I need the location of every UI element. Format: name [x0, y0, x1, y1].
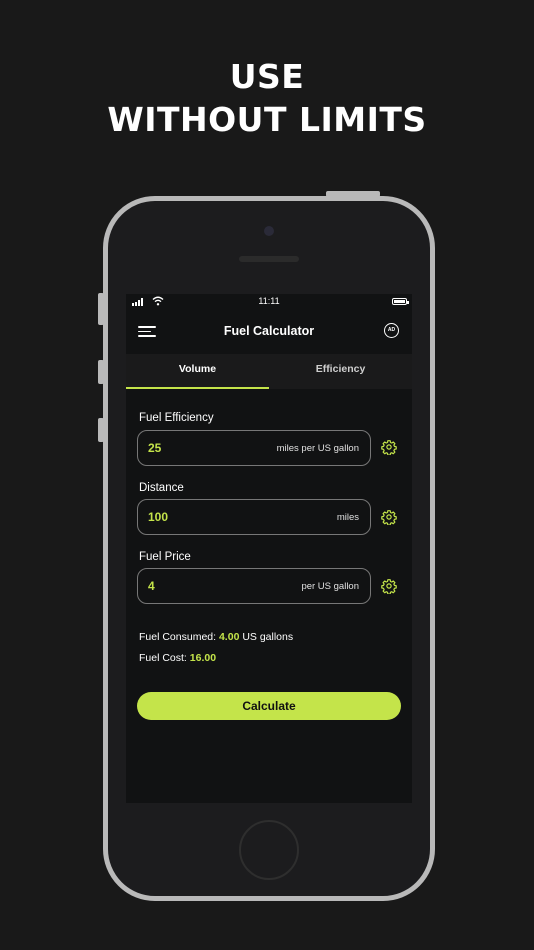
status-time: 11:11 [258, 296, 280, 306]
tab-bar: Volume Efficiency [126, 354, 412, 389]
fuel-cost-result: Fuel Cost: 16.00 [139, 652, 216, 664]
fuel-efficiency-input[interactable]: 25 miles per US gallon [137, 430, 371, 466]
front-camera [264, 226, 274, 236]
status-bar: 11:11 [126, 294, 412, 310]
fuel-price-input[interactable]: 4 per US gallon [137, 568, 371, 604]
fuel-consumed-label: Fuel Consumed: [139, 631, 219, 643]
fuel-consumed-unit: US gallons [239, 631, 294, 643]
tab-volume[interactable]: Volume [126, 354, 269, 389]
fuel-consumed-value: 4.00 [218, 631, 240, 643]
fuel-consumed-result: Fuel Consumed: 4.00 US gallons [139, 631, 293, 643]
app-screen: 11:11 Fuel Calculator AD Volume Efficien… [126, 294, 412, 803]
page-title: Fuel Calculator [223, 324, 315, 338]
nav-bar: Fuel Calculator AD [126, 316, 412, 346]
distance-settings-gear-icon[interactable] [381, 509, 397, 525]
fuel-price-unit: per US gallon [301, 581, 359, 592]
promo-headline: USE WITHOUT LIMITS [0, 55, 534, 141]
fuel-cost-value: 16.00 [189, 652, 217, 664]
fuel-price-value: 4 [148, 579, 155, 593]
promo-line-2: WITHOUT LIMITS [107, 100, 427, 139]
fuel-efficiency-label: Fuel Efficiency [139, 412, 214, 424]
fuel-cost-label: Fuel Cost: [139, 652, 190, 664]
fuel-efficiency-value: 25 [148, 441, 162, 455]
calculate-button[interactable]: Calculate [137, 692, 401, 720]
battery-icon [392, 298, 409, 305]
fuel-price-label: Fuel Price [139, 551, 191, 563]
earpiece-speaker [239, 256, 299, 262]
promo-line-1: USE [229, 57, 305, 96]
remove-ads-icon[interactable]: AD [384, 323, 399, 338]
fuel-efficiency-settings-gear-icon[interactable] [381, 439, 397, 455]
distance-value: 100 [148, 510, 169, 524]
tab-efficiency[interactable]: Efficiency [269, 354, 412, 389]
distance-label: Distance [139, 482, 184, 494]
distance-unit: miles [336, 512, 359, 523]
distance-input[interactable]: 100 miles [137, 499, 371, 535]
active-tab-indicator [126, 387, 269, 389]
home-button[interactable] [239, 820, 299, 880]
fuel-efficiency-unit: miles per US gallon [276, 443, 359, 454]
fuel-price-settings-gear-icon[interactable] [381, 578, 397, 594]
